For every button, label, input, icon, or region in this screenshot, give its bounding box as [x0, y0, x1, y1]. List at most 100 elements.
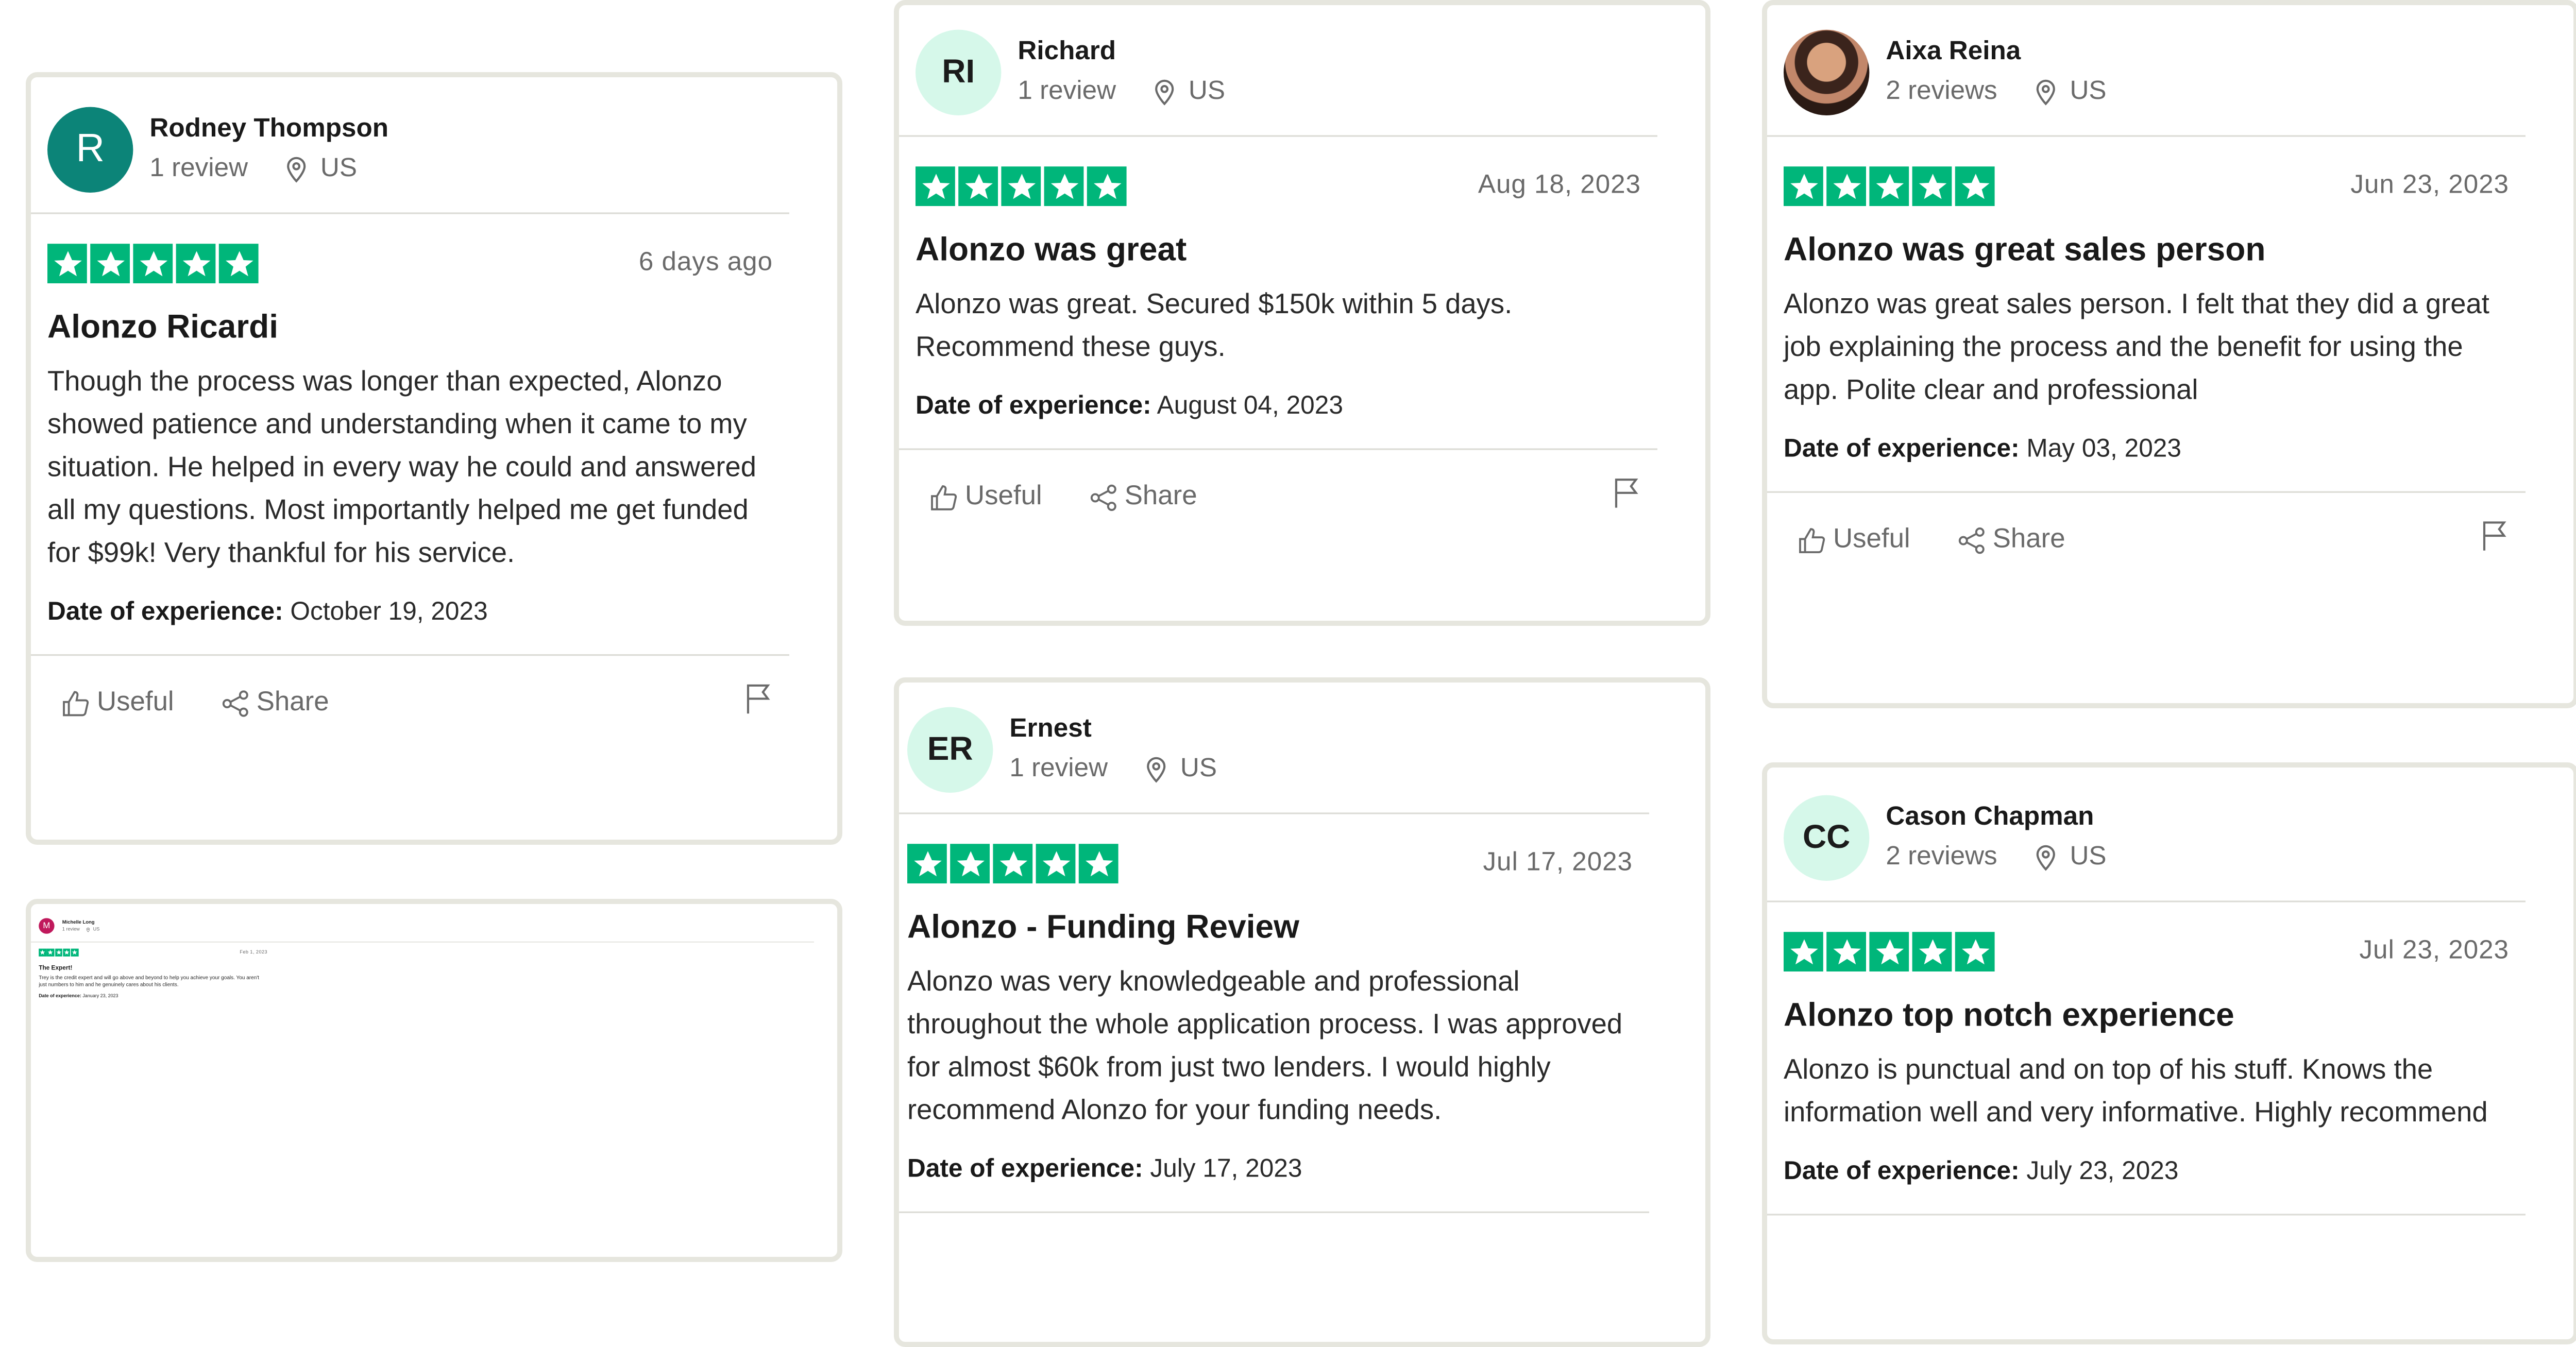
- star-icon: [1869, 166, 1909, 206]
- country: US: [2070, 77, 2107, 106]
- country: US: [320, 155, 357, 183]
- consumer-info: M Michelle Long 1 review US: [31, 904, 814, 943]
- review-title[interactable]: Alonzo top notch experience: [1767, 988, 2526, 1049]
- experience-label: Date of experience:: [916, 392, 1151, 420]
- review-title[interactable]: Alonzo - Funding Review: [899, 900, 1649, 961]
- star-rating: [1784, 166, 1995, 206]
- consumer-name[interactable]: Michelle Long: [62, 919, 99, 925]
- review-title[interactable]: Alonzo was great sales person: [1767, 223, 2526, 283]
- consumer-info: RI Richard 1 review US: [899, 5, 1657, 137]
- share-icon: [1090, 484, 1116, 510]
- star-icon: [1826, 166, 1866, 206]
- location-pin-icon: [2036, 79, 2055, 106]
- avatar[interactable]: ER: [907, 707, 993, 793]
- consumer-info: R Rodney Thompson 1 review US: [31, 77, 789, 214]
- useful-label: Useful: [965, 481, 1042, 511]
- country: US: [2070, 843, 2107, 871]
- review-body: Alonzo was great. Secured $150k within 5…: [916, 288, 1513, 363]
- star-rating: [47, 244, 259, 283]
- date-of-experience: Date of experience: July 23, 2023: [1767, 1135, 2526, 1216]
- star-icon: [950, 844, 990, 883]
- experience-label: Date of experience:: [907, 1155, 1143, 1184]
- avatar-photo[interactable]: [1784, 29, 1870, 115]
- star-icon: [1001, 166, 1041, 206]
- star-icon: [1912, 166, 1952, 206]
- country: US: [93, 927, 100, 932]
- date-of-experience: Date of experience: July 17, 2023: [899, 1132, 1649, 1213]
- country: US: [1180, 755, 1217, 783]
- share-button[interactable]: Share: [1088, 481, 1197, 513]
- thumbs-up-icon: [931, 484, 957, 510]
- star-icon: [907, 844, 947, 883]
- star-icon: [63, 948, 71, 957]
- star-rating: [39, 948, 79, 957]
- useful-button[interactable]: Useful: [1797, 524, 1910, 556]
- star-icon: [1087, 166, 1127, 206]
- review-card: ER Ernest 1 review US Jul 17, 2023 Alonz…: [894, 677, 1710, 1347]
- consumer-name[interactable]: Aixa Reina: [1886, 38, 2106, 68]
- flag-icon: [2483, 521, 2506, 551]
- star-icon: [90, 244, 130, 283]
- experience-date: August 04, 2023: [1157, 392, 1343, 420]
- star-icon: [1784, 166, 1823, 206]
- experience-label: Date of experience:: [1784, 1157, 2020, 1186]
- review-date: Feb 1, 2023: [240, 950, 268, 955]
- review-title[interactable]: Alonzo was great: [899, 223, 1657, 283]
- star-icon: [1869, 932, 1909, 971]
- star-icon: [1044, 166, 1084, 206]
- review-title[interactable]: Alonzo Ricardi: [31, 300, 789, 361]
- consumer-name[interactable]: Rodney Thompson: [149, 115, 388, 145]
- share-label: Share: [1992, 524, 2065, 554]
- useful-label: Useful: [1833, 524, 1910, 554]
- star-icon: [1955, 932, 1995, 971]
- review-count: 1 review: [149, 155, 248, 183]
- share-button[interactable]: Share: [220, 687, 329, 719]
- share-button[interactable]: Share: [1956, 524, 2065, 556]
- review-title[interactable]: The Expert!: [31, 959, 814, 974]
- avatar[interactable]: CC: [1784, 795, 1870, 881]
- review-count: 2 reviews: [1886, 77, 1997, 106]
- location-pin-icon: [286, 157, 305, 183]
- avatar[interactable]: RI: [916, 29, 1002, 115]
- report-button[interactable]: [743, 682, 773, 723]
- useful-button[interactable]: Useful: [929, 481, 1042, 513]
- star-icon: [1784, 932, 1823, 971]
- star-icon: [958, 166, 998, 206]
- star-rating: [1784, 932, 1995, 971]
- flag-icon: [747, 684, 770, 714]
- useful-button[interactable]: Useful: [61, 687, 174, 719]
- location-pin-icon: [1146, 757, 1165, 783]
- avatar[interactable]: M: [39, 918, 55, 934]
- experience-date: January 23, 2023: [82, 994, 118, 999]
- avatar[interactable]: R: [47, 107, 133, 193]
- star-icon: [1955, 166, 1995, 206]
- star-icon: [1078, 844, 1118, 883]
- share-label: Share: [1124, 481, 1197, 511]
- date-of-experience: Date of experience: May 03, 2023: [1767, 412, 2526, 493]
- review-card: Aixa Reina 2 reviews US Jun 23, 2023 Alo…: [1762, 0, 2576, 708]
- location-pin-icon: [87, 927, 90, 932]
- review-body: Trey is the credit expert and will go ab…: [39, 975, 259, 988]
- consumer-name[interactable]: Cason Chapman: [1886, 804, 2106, 833]
- report-button[interactable]: [2479, 519, 2509, 560]
- review-body: Though the process was longer than expec…: [47, 366, 756, 569]
- consumer-name[interactable]: Ernest: [1009, 715, 1217, 745]
- review-card: R Rodney Thompson 1 review US 6 days ago…: [26, 72, 842, 845]
- report-button[interactable]: [1611, 476, 1641, 518]
- experience-label: Date of experience:: [47, 598, 283, 626]
- star-icon: [46, 948, 55, 957]
- review-count: 1 review: [1018, 77, 1116, 106]
- review-count: 1 review: [1009, 755, 1108, 783]
- thumbs-up-icon: [1799, 527, 1825, 553]
- star-icon: [1036, 844, 1076, 883]
- star-icon: [1826, 932, 1866, 971]
- consumer-name[interactable]: Richard: [1018, 38, 1225, 68]
- review-body: Alonzo is punctual and on top of his stu…: [1784, 1054, 2488, 1128]
- location-pin-icon: [2036, 845, 2055, 871]
- star-icon: [993, 844, 1033, 883]
- thumbs-up-icon: [63, 690, 89, 715]
- star-icon: [47, 244, 87, 283]
- star-rating: [907, 844, 1118, 883]
- location-pin-icon: [1154, 79, 1173, 106]
- share-icon: [222, 689, 248, 716]
